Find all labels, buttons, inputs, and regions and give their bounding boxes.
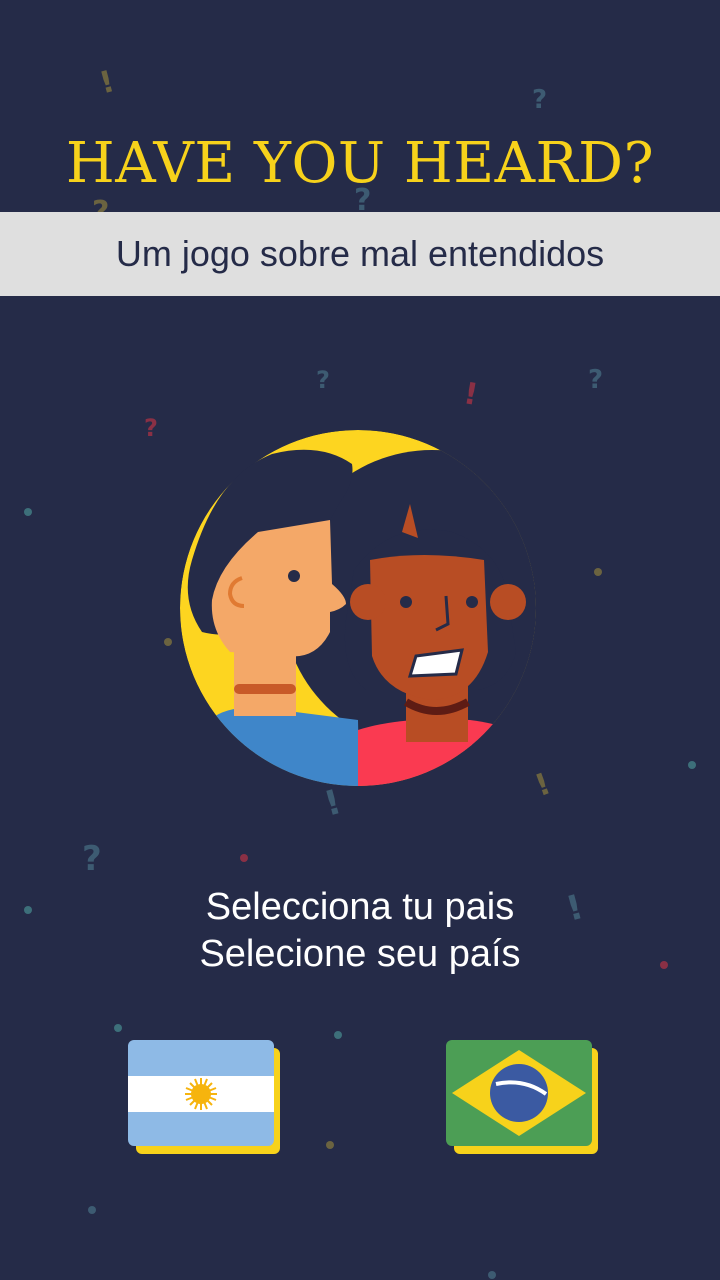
svg-text:?: ?	[532, 85, 547, 115]
prompt-portuguese: Selecione seu país	[199, 933, 521, 975]
svg-text:?: ?	[144, 414, 158, 442]
svg-text:?: ?	[316, 366, 330, 394]
brazil-flag-button[interactable]	[446, 1040, 598, 1154]
brazil-flag-icon	[446, 1040, 592, 1146]
subtitle-banner: Um jogo sobre mal entendidos	[0, 212, 720, 296]
app-title: HAVE YOU HEARD?	[65, 131, 655, 196]
svg-text:!: !	[96, 64, 118, 101]
whispering-friends-illustration	[180, 430, 536, 786]
argentina-flag-button[interactable]	[128, 1040, 280, 1154]
country-select-prompt: Selecciona tu pais Selecione seu país	[0, 884, 720, 978]
argentina-flag-icon	[128, 1040, 274, 1146]
subtitle-text: Um jogo sobre mal entendidos	[115, 233, 605, 274]
svg-text:?: ?	[82, 839, 102, 879]
prompt-spanish: Selecciona tu pais	[205, 886, 515, 928]
svg-text:?: ?	[588, 365, 603, 395]
svg-text:!: !	[461, 376, 481, 413]
